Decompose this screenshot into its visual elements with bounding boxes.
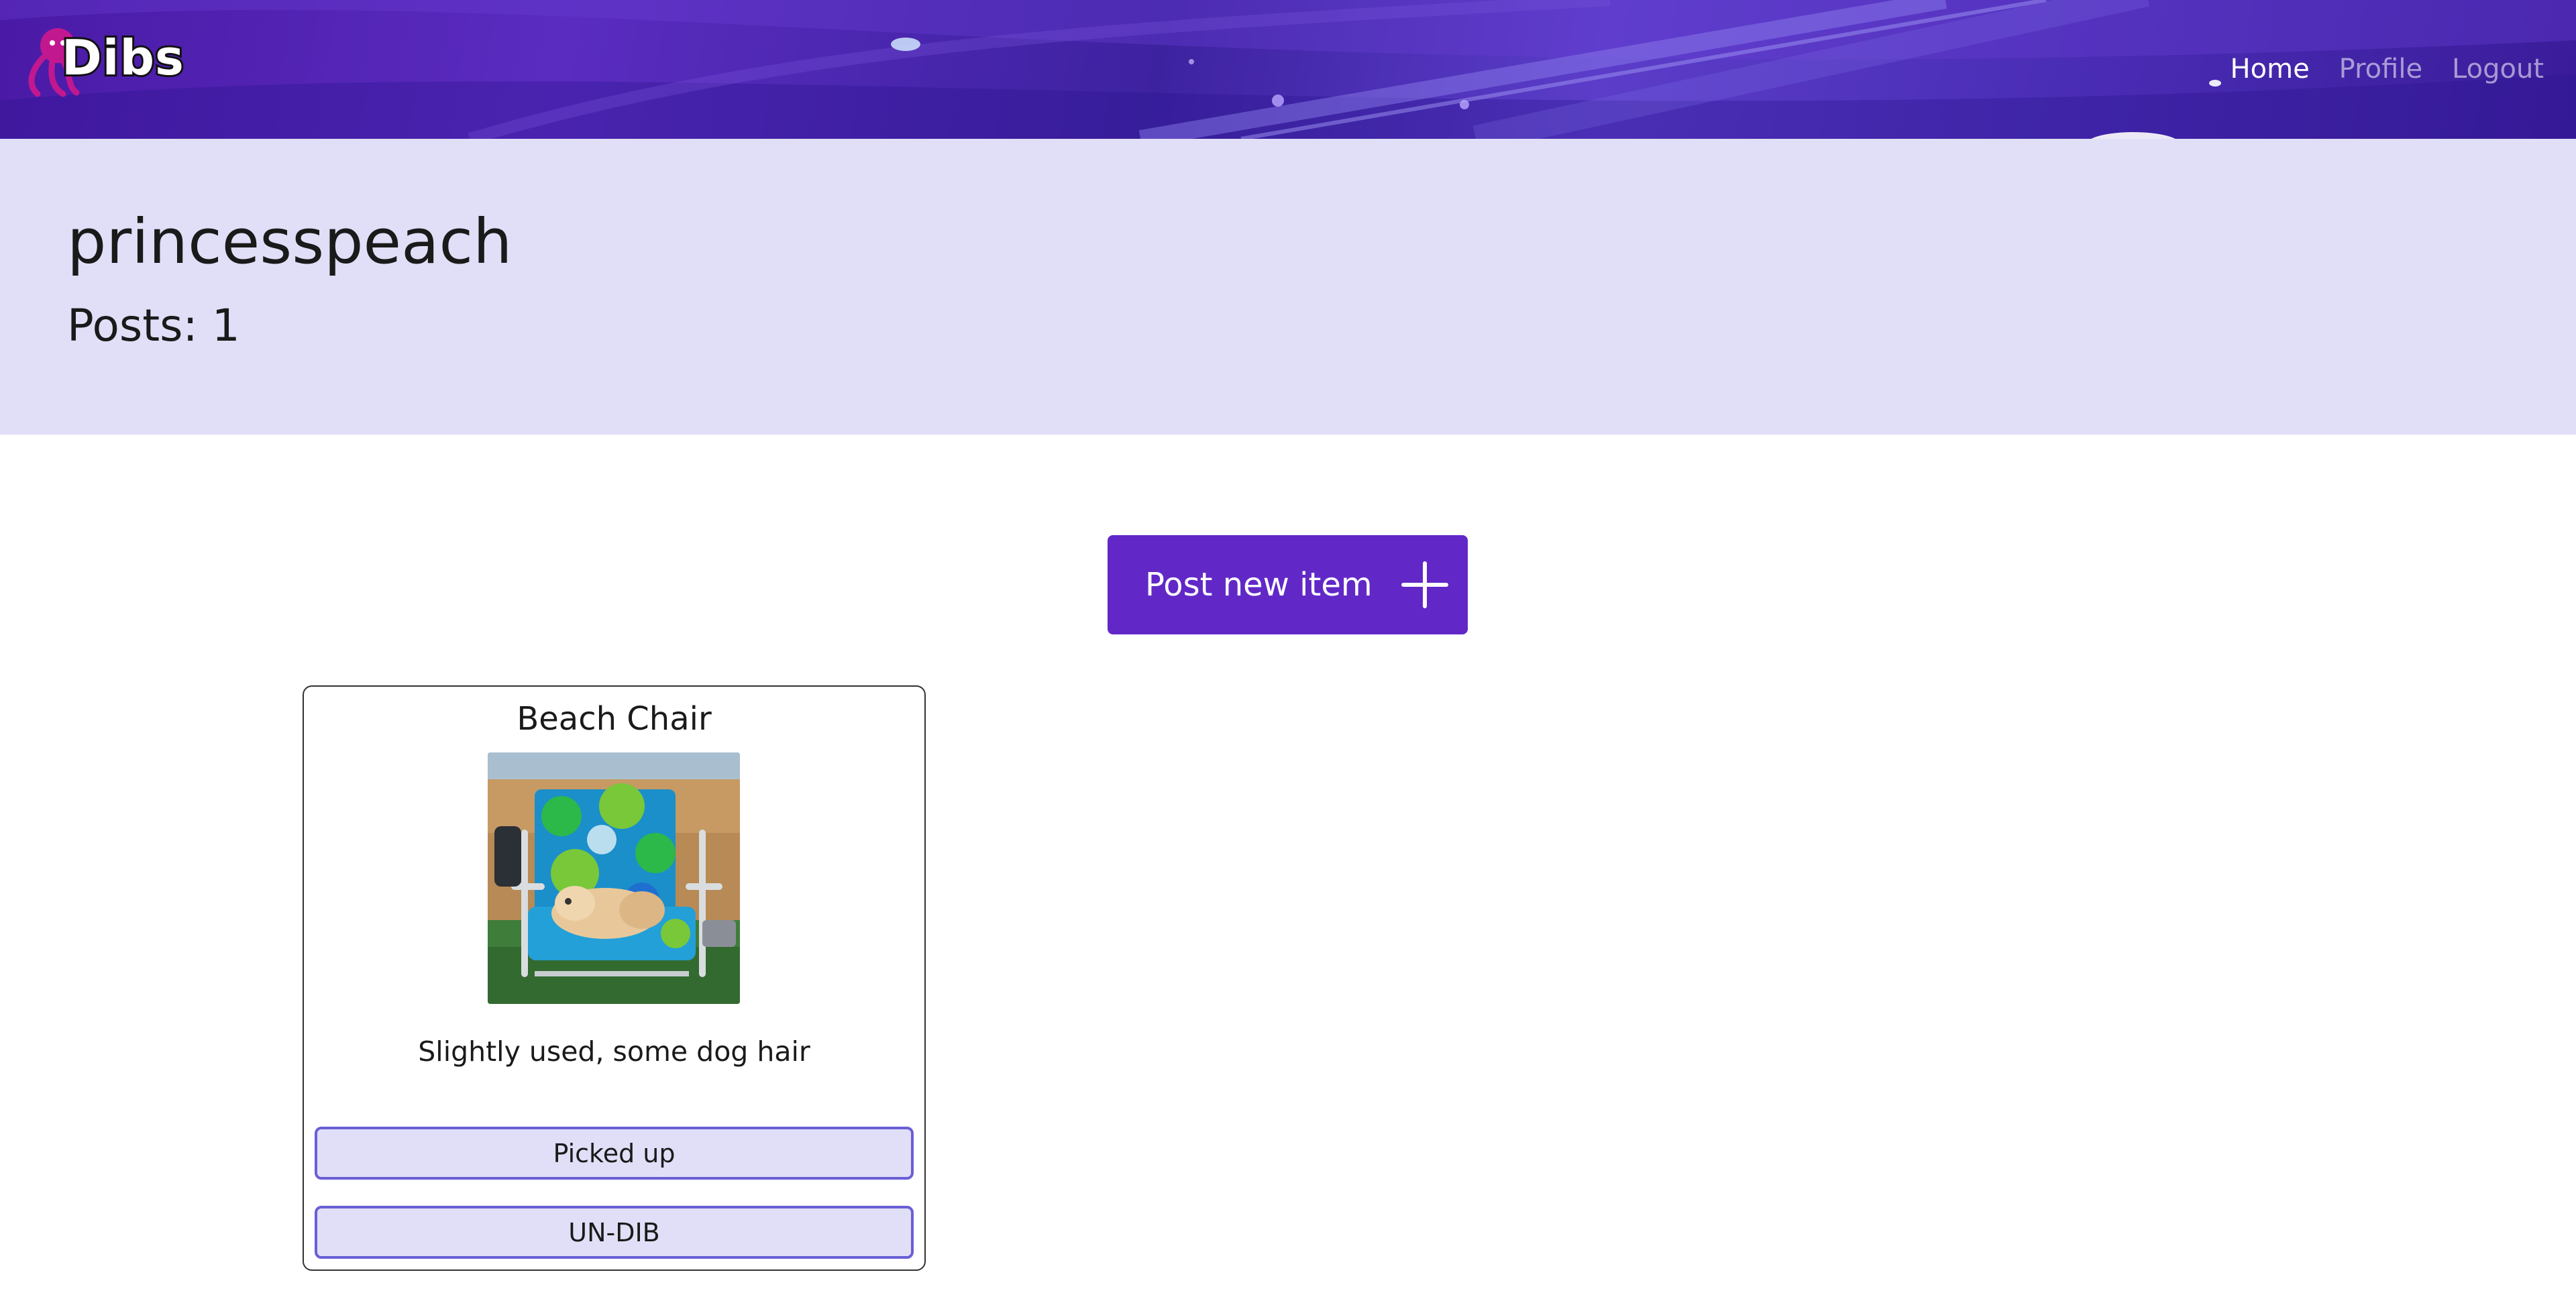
item-description: Slightly used, some dog hair: [418, 1035, 810, 1068]
un-dib-button[interactable]: UN-DIB: [315, 1206, 914, 1259]
nav-links: Home Profile Logout: [2231, 54, 2544, 84]
item-card: Beach Chair Slightly used, some dog hair…: [303, 685, 926, 1271]
username: princesspeach: [67, 206, 513, 278]
posts-label: Posts:: [67, 300, 212, 351]
profile-header: princesspeach Posts: 1: [0, 139, 2576, 435]
item-title: Beach Chair: [517, 700, 712, 738]
post-new-item-button[interactable]: Post new item: [1108, 535, 1468, 634]
plus-icon: [1401, 561, 1448, 608]
navbar: Dibs Home Profile Logout: [0, 0, 2576, 139]
picked-up-button[interactable]: Picked up: [315, 1127, 914, 1180]
brand-name[interactable]: Dibs: [60, 27, 186, 88]
post-count: Posts: 1: [67, 300, 240, 351]
nav-link-logout[interactable]: Logout: [2452, 54, 2544, 84]
navbar-background-art: [0, 0, 2576, 139]
nav-link-profile[interactable]: Profile: [2339, 54, 2422, 84]
nav-link-home[interactable]: Home: [2231, 54, 2310, 84]
post-new-item-label: Post new item: [1145, 566, 1373, 604]
beach-chair-photo: [488, 752, 740, 1004]
posts-count-value: 1: [211, 300, 240, 351]
